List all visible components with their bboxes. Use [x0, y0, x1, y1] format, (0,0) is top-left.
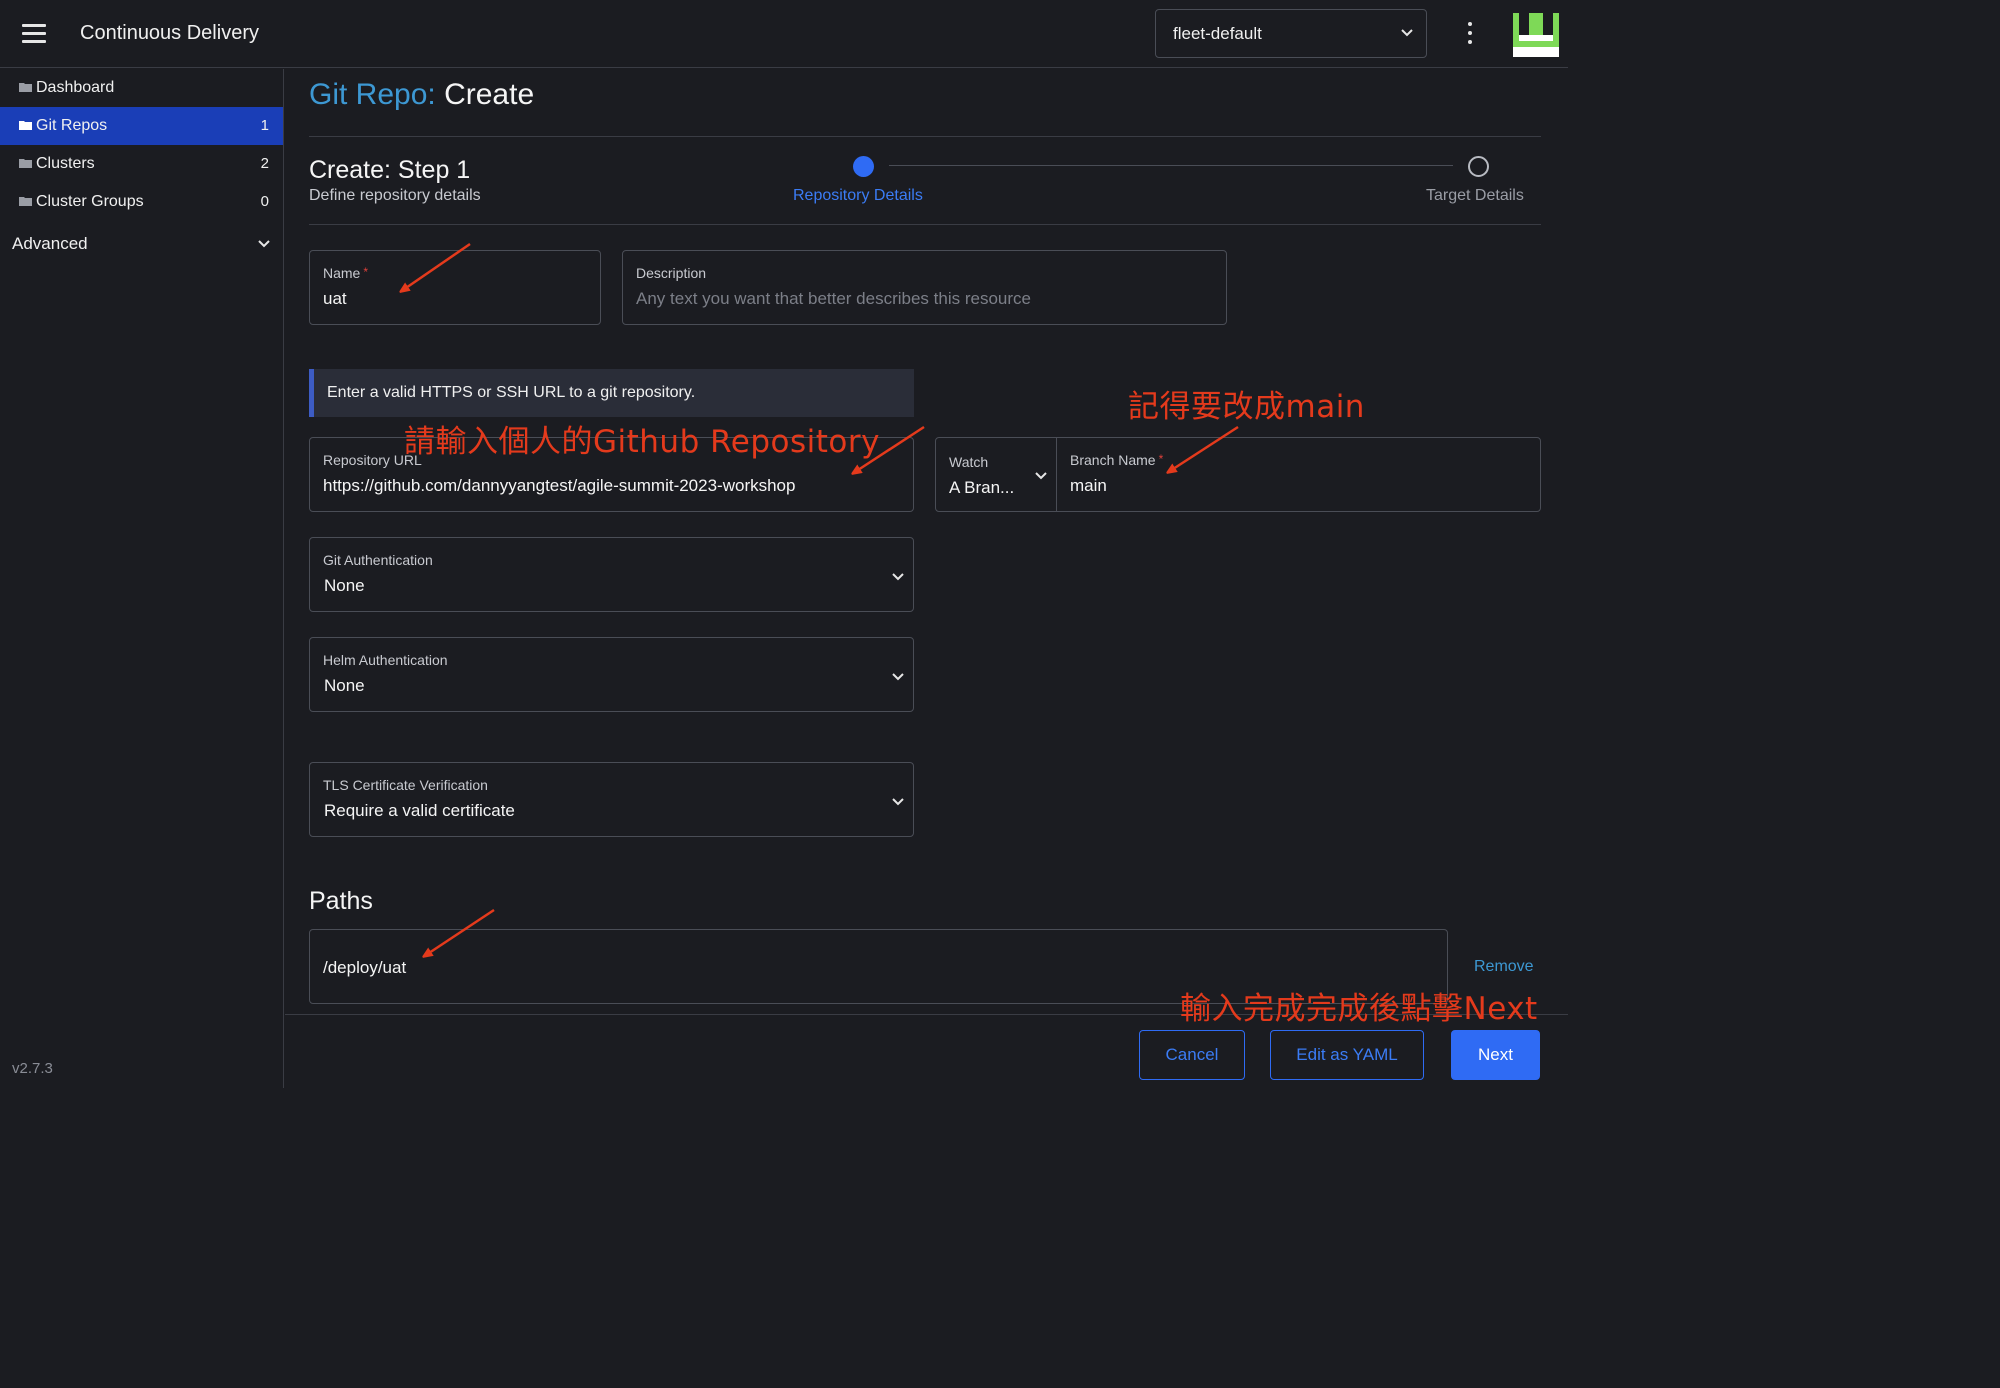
- helm-authentication-label: Helm Authentication: [323, 652, 448, 668]
- next-button[interactable]: Next: [1451, 1030, 1540, 1080]
- sidebar-item-dashboard[interactable]: Dashboard: [0, 69, 283, 107]
- helm-authentication-value: None: [324, 676, 365, 695]
- remove-path-link[interactable]: Remove: [1474, 958, 1534, 976]
- sidebar-item-label: Cluster Groups: [36, 193, 144, 210]
- page-title: Git Repo: Create: [309, 78, 534, 112]
- chevron-down-icon: [1035, 472, 1047, 480]
- branch-name-label: Branch Name *: [1070, 452, 1164, 468]
- wizard-subtitle: Define repository details: [309, 187, 481, 204]
- wizard-progress-line: [889, 165, 1453, 166]
- path-value: /deploy/uat: [323, 958, 407, 977]
- divider: [309, 224, 1541, 225]
- breadcrumb-link[interactable]: Git Repo:: [309, 78, 436, 111]
- url-info-banner: Enter a valid HTTPS or SSH URL to a git …: [309, 369, 914, 417]
- url-info-text: Enter a valid HTTPS or SSH URL to a git …: [327, 384, 696, 401]
- step-2-label: Target Details: [1426, 187, 1524, 204]
- version-label: v2.7.3: [12, 1060, 53, 1077]
- chevron-down-icon: [258, 240, 270, 248]
- sidebar-item-label: Dashboard: [36, 79, 115, 96]
- hamburger-menu-icon[interactable]: [22, 24, 46, 44]
- sidebar-item-cluster-groups[interactable]: Cluster Groups 0: [0, 183, 283, 221]
- folder-icon: [19, 159, 32, 168]
- sidebar-item-git-repos[interactable]: Git Repos 1: [0, 107, 283, 145]
- name-field[interactable]: Name * uat: [309, 250, 601, 325]
- paths-heading: Paths: [309, 887, 373, 915]
- sidebar-advanced-toggle[interactable]: Advanced: [0, 229, 283, 259]
- watch-label: Watch: [949, 454, 989, 470]
- branch-name-value: main: [1070, 476, 1107, 495]
- sidebar-item-clusters[interactable]: Clusters 2: [0, 145, 283, 183]
- chevron-down-icon: [1401, 29, 1413, 37]
- step-2-indicator: [1468, 156, 1489, 177]
- advanced-label: Advanced: [12, 234, 88, 253]
- git-authentication-label: Git Authentication: [323, 552, 433, 568]
- top-header: Continuous Delivery fleet-default: [0, 0, 1568, 68]
- user-avatar-icon[interactable]: [1513, 13, 1559, 57]
- tls-verification-label: TLS Certificate Verification: [323, 777, 488, 793]
- annotation-next: 輸入完成完成後點擊Next: [1180, 991, 1538, 1027]
- divider: [309, 136, 1541, 137]
- sidebar: Dashboard Git Repos 1 Clusters 2 Cluster…: [0, 69, 284, 1088]
- cancel-button[interactable]: Cancel: [1139, 1030, 1245, 1080]
- sidebar-item-label: Git Repos: [36, 117, 108, 134]
- annotation-repository: 請輸入個人的Github Repository: [404, 424, 880, 460]
- folder-icon: [19, 197, 32, 206]
- step-1-label: Repository Details: [793, 187, 923, 204]
- description-placeholder: Any text you want that better describes …: [636, 289, 1031, 308]
- chevron-down-icon: [892, 673, 904, 681]
- name-value: uat: [323, 289, 347, 308]
- repository-url-value: https://github.com/dannyyangtest/agile-s…: [323, 476, 796, 495]
- name-label: Name *: [323, 265, 369, 281]
- workspace-value: fleet-default: [1173, 24, 1262, 43]
- more-options-icon[interactable]: [1462, 22, 1478, 48]
- watch-select[interactable]: Watch A Bran...: [935, 437, 1057, 512]
- git-authentication-value: None: [324, 576, 365, 595]
- description-label: Description: [636, 265, 707, 281]
- helm-authentication-select[interactable]: Helm Authentication None: [309, 637, 914, 712]
- tls-verification-value: Require a valid certificate: [324, 801, 515, 820]
- chevron-down-icon: [892, 798, 904, 806]
- branch-name-field[interactable]: Branch Name * main: [1056, 437, 1541, 512]
- annotation-branch: 記得要改成main: [1128, 389, 1365, 425]
- wizard-title: Create: Step 1: [309, 156, 471, 184]
- folder-icon: [19, 83, 32, 92]
- edit-yaml-button[interactable]: Edit as YAML: [1270, 1030, 1424, 1080]
- folder-icon: [19, 121, 32, 130]
- watch-value: A Bran...: [949, 478, 1015, 497]
- sidebar-item-count: 1: [260, 117, 269, 134]
- app-title: Continuous Delivery: [80, 22, 259, 44]
- sidebar-item-label: Clusters: [36, 155, 95, 172]
- git-authentication-select[interactable]: Git Authentication None: [309, 537, 914, 612]
- description-field[interactable]: Description Any text you want that bette…: [622, 250, 1227, 325]
- tls-verification-select[interactable]: TLS Certificate Verification Require a v…: [309, 762, 914, 837]
- sidebar-item-count: 0: [260, 193, 269, 210]
- workspace-select[interactable]: fleet-default: [1155, 9, 1427, 58]
- chevron-down-icon: [892, 573, 904, 581]
- page-action: Create: [444, 78, 535, 111]
- sidebar-item-count: 2: [260, 155, 269, 172]
- step-1-indicator: [853, 156, 874, 177]
